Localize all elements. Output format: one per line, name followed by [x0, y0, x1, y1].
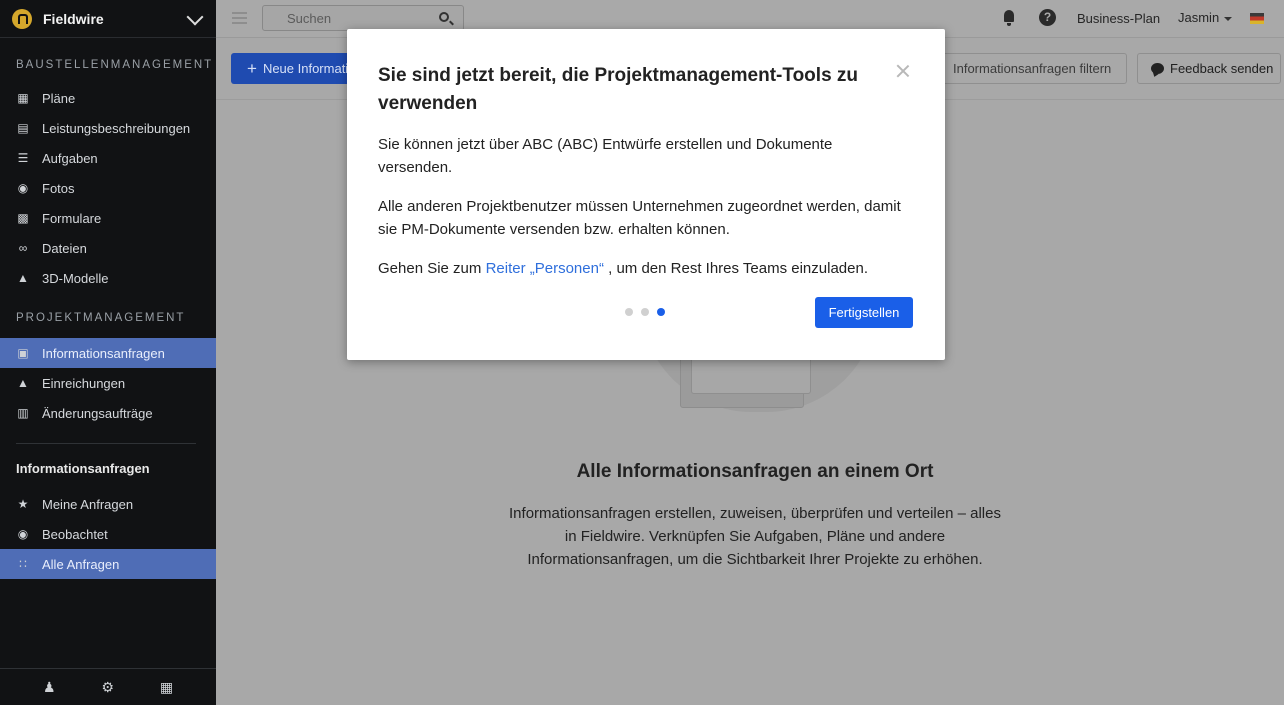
modal-paragraph-3-suffix: , um den Rest Ihres Teams einzuladen. — [603, 260, 868, 277]
map-icon: ▦ — [17, 91, 29, 105]
gear-icon[interactable]: ⚙ — [101, 679, 114, 696]
clipboard-icon: ▩ — [17, 211, 29, 225]
sidebar-item-label: Einreichungen — [42, 375, 126, 391]
caret-down-icon — [1224, 16, 1233, 21]
sidebar-item-label: Leistungsbeschreibungen — [42, 120, 191, 136]
people-tab-link[interactable]: Reiter „Personen“ — [486, 260, 604, 277]
onboarding-modal: Sie sind jetzt bereit, die Projektmanage… — [347, 29, 945, 360]
modal-paragraph-3: Gehen Sie zum Reiter „Personen“ , um den… — [378, 257, 908, 280]
change-order-icon: ▥ — [17, 406, 29, 420]
modal-paragraph-1: Sie können jetzt über ABC (ABC) Entwürfe… — [378, 136, 833, 176]
search-input[interactable]: Suchen — [262, 5, 464, 31]
sidebar-item-photos[interactable]: ◉ Fotos — [0, 173, 216, 203]
sidebar-item-label: Beobachtet — [42, 526, 108, 542]
plus-icon: + — [247, 58, 257, 78]
step-dot-1[interactable] — [625, 308, 633, 316]
step-dot-3[interactable] — [657, 308, 665, 316]
sidebar-item-label: Alle Anfragen — [42, 556, 120, 572]
help-icon[interactable]: ? — [1039, 9, 1056, 26]
sidebar-item-watched[interactable]: ◉ Beobachtet — [0, 519, 216, 549]
sidebar-item-forms[interactable]: ▩ Formulare — [0, 203, 216, 233]
fieldwire-logo-icon — [12, 8, 32, 29]
grid-icon: ∷ — [19, 557, 27, 571]
modal-paragraph-2: Alle anderen Projektbenutzer müssen Unte… — [378, 198, 901, 238]
sidebar-item-label: Meine Anfragen — [42, 496, 134, 512]
search-placeholder: Suchen — [287, 11, 332, 26]
sidebar-item-label: Fotos — [42, 180, 75, 196]
search-icon[interactable] — [439, 12, 449, 22]
sidebar-subsection-title: Informationsanfragen — [16, 461, 150, 476]
sidebar-item-change-orders[interactable]: ▥ Änderungsaufträge — [0, 398, 216, 428]
stamp-icon: ▲ — [17, 376, 29, 390]
plan-label[interactable]: Business-Plan — [1077, 11, 1160, 26]
people-icon[interactable]: ♟ — [43, 679, 56, 696]
filter-label: Informationsanfragen filtern — [953, 61, 1112, 76]
sidebar: Fieldwire BAUSTELLENMANAGEMENT ▦ Pläne ▤… — [0, 0, 216, 705]
sidebar-item-3d-models[interactable]: ▲ 3D-Modelle — [0, 263, 216, 293]
section-title-site: BAUSTELLENMANAGEMENT — [16, 59, 214, 71]
trash-icon[interactable]: ▦ — [160, 679, 173, 696]
section-title-pm: PROJEKTMANAGEMENT — [16, 312, 186, 324]
eye-icon: ◉ — [17, 527, 29, 541]
sidebar-item-files[interactable]: ∞ Dateien — [0, 233, 216, 263]
empty-state-title: Alle Informationsanfragen an einem Ort — [576, 461, 934, 482]
step-indicator — [625, 308, 665, 316]
sidebar-item-specifications[interactable]: ▤ Leistungsbeschreibungen — [0, 113, 216, 143]
sidebar-item-plans[interactable]: ▦ Pläne — [0, 83, 216, 113]
finish-button[interactable]: Fertigstellen — [815, 297, 913, 328]
star-icon: ★ — [17, 497, 29, 511]
sidebar-item-rfis[interactable]: ▣ Informationsanfragen — [0, 338, 216, 368]
paperclip-icon: ∞ — [18, 241, 28, 255]
chevron-down-icon[interactable] — [186, 10, 204, 28]
info-doc-icon: ▣ — [17, 346, 29, 360]
sidebar-header[interactable]: Fieldwire — [0, 0, 216, 38]
bell-icon[interactable] — [1002, 10, 1016, 26]
sidebar-item-label: Formulare — [42, 210, 102, 226]
camera-icon: ◉ — [17, 181, 29, 195]
empty-state-text: Informationsanfragen erstellen, zuweisen… — [509, 505, 1001, 568]
notebook-icon: ▤ — [17, 121, 29, 135]
brand-name: Fieldwire — [43, 10, 104, 27]
user-name: Jasmin — [1178, 10, 1220, 25]
sidebar-item-tasks[interactable]: ☰ Aufgaben — [0, 143, 216, 173]
sidebar-footer: ♟ ⚙ ▦ — [0, 668, 216, 705]
sidebar-item-label: Pläne — [42, 90, 76, 106]
german-flag-icon[interactable] — [1250, 13, 1264, 24]
sidebar-item-label: Aufgaben — [42, 150, 98, 166]
list-icon: ☰ — [17, 151, 29, 165]
sidebar-item-submittals[interactable]: ▲ Einreichungen — [0, 368, 216, 398]
chat-bubble-icon — [1151, 63, 1164, 74]
user-menu[interactable]: Jasmin — [1178, 10, 1233, 25]
feedback-button[interactable]: Feedback senden — [1137, 53, 1281, 84]
modal-title: Sie sind jetzt bereit, die Projektmanage… — [378, 65, 859, 114]
step-dot-2[interactable] — [641, 308, 649, 316]
new-rfi-button[interactable]: + Neue Informationsanfrage — [231, 53, 361, 84]
sidebar-item-label: Dateien — [42, 240, 87, 256]
modal-paragraph-3-prefix: Gehen Sie zum — [378, 260, 486, 277]
sidebar-item-label: 3D-Modelle — [42, 270, 109, 286]
cube-icon: ▲ — [17, 271, 29, 285]
sidebar-item-label: Änderungsaufträge — [42, 405, 153, 421]
sidebar-item-my-requests[interactable]: ★ Meine Anfragen — [0, 489, 216, 519]
sidebar-item-label: Informationsanfragen — [42, 345, 165, 361]
filter-button[interactable]: Informationsanfragen filtern — [930, 53, 1127, 84]
hamburger-menu-icon[interactable] — [232, 12, 247, 24]
sidebar-item-all-requests[interactable]: ∷ Alle Anfragen — [0, 549, 216, 579]
close-icon[interactable] — [895, 63, 911, 79]
feedback-label: Feedback senden — [1170, 61, 1274, 76]
